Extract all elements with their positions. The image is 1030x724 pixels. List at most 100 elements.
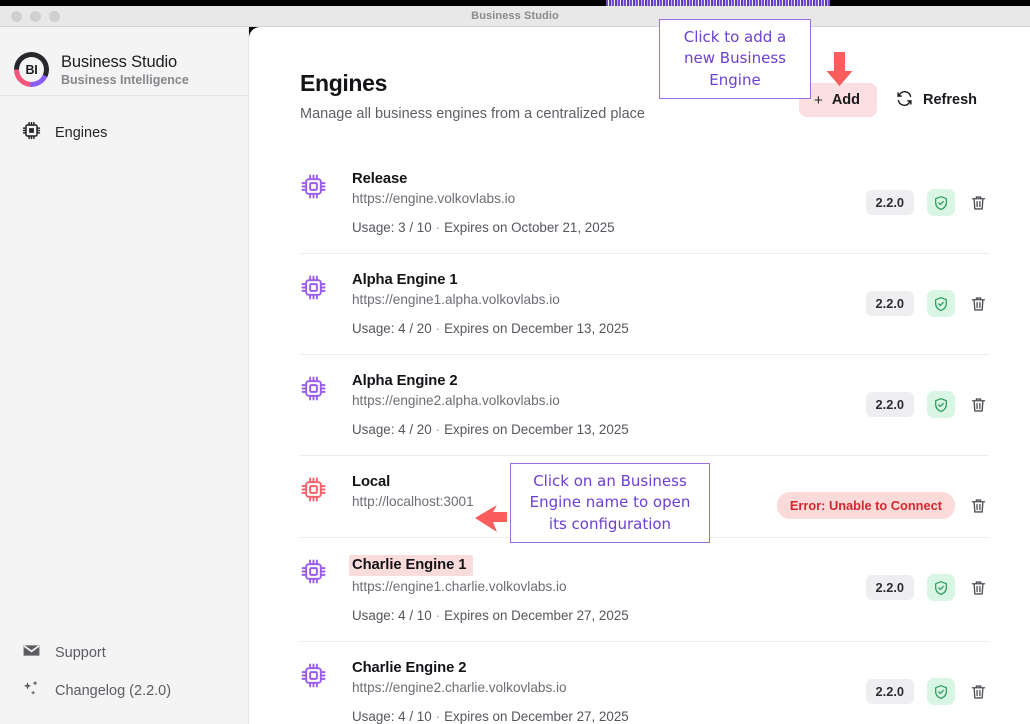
shield-check-icon[interactable] (927, 290, 955, 317)
engine-info: Charlie Engine 2 https://engine2.charlie.… (352, 659, 841, 724)
engine-row: Alpha Engine 1 https://engine1.alpha.volk… (300, 254, 989, 355)
engine-info: Alpha Engine 2 https://engine2.alpha.volk… (352, 372, 841, 437)
brand-subtitle: Business Intelligence (61, 72, 189, 87)
arrow-left-icon (473, 505, 507, 540)
callout-name-hint: Click on an Business Engine name to open… (510, 463, 710, 543)
engine-actions: 2.2.0 (865, 574, 989, 601)
shield-check-icon[interactable] (927, 574, 955, 601)
engine-url: https://engine2.charlie.volkovlabs.io (352, 680, 567, 695)
sidebar-item-label: Changelog (2.2.0) (55, 683, 172, 699)
sidebar-item-engines[interactable]: Engines (0, 116, 248, 150)
window-title: Business Studio (471, 10, 559, 22)
engine-expiry: Expires on December 27, 2025 (444, 709, 629, 724)
engine-name[interactable]: Charlie Engine 1 (349, 555, 474, 576)
engine-meta: Usage: 4 / 10 · Expires on December 27, 20… (352, 709, 841, 724)
engine-name[interactable]: Alpha Engine 1 (352, 272, 458, 288)
engine-name[interactable]: Alpha Engine 2 (352, 373, 458, 389)
engine-url: https://engine2.alpha.volkovlabs.io (352, 393, 560, 408)
shield-check-icon[interactable] (927, 391, 955, 418)
engine-expiry: Expires on December 27, 2025 (444, 608, 629, 623)
callout-add-hint: Click to add a new Business Engine (659, 19, 811, 99)
engine-meta: Usage: 4 / 20 · Expires on December 13, 20… (352, 422, 841, 437)
engine-row: Alpha Engine 2 https://engine2.alpha.volk… (300, 355, 989, 456)
engine-row: Charlie Engine 2 https://engine2.charlie.… (300, 642, 989, 724)
engine-name[interactable]: Charlie Engine 2 (352, 660, 466, 676)
engine-actions: 2.2.0 (865, 189, 989, 216)
plus-icon: + (814, 91, 823, 109)
engine-actions: 2.2.0 (865, 678, 989, 705)
status-badge-error: Error: Unable to Connect (776, 492, 955, 519)
engine-meta: Usage: 4 / 10 · Expires on December 27, 20… (352, 608, 841, 623)
logo-text: BI (25, 62, 38, 77)
cpu-chip-icon (300, 476, 327, 508)
trash-icon[interactable] (968, 394, 989, 416)
sidebar-nav: Engines (0, 96, 248, 150)
engine-expiry: Expires on December 13, 2025 (444, 321, 629, 336)
mail-icon (22, 641, 41, 665)
trash-icon[interactable] (968, 681, 989, 703)
meta-separator: · (435, 422, 441, 437)
page-header: Engines Manage all business engines from… (249, 27, 1030, 122)
meta-separator: · (435, 608, 441, 623)
refresh-button-label: Refresh (923, 92, 977, 108)
engine-url: https://engine1.alpha.volkovlabs.io (352, 292, 560, 307)
refresh-button[interactable]: Refresh (884, 81, 989, 119)
brand-name: Business Studio (61, 52, 178, 71)
sidebar-item-changelog[interactable]: Changelog (2.2.0) (0, 672, 248, 710)
sidebar-footer: Support Changelog (2.2.0) (0, 634, 248, 710)
engine-usage: Usage: 4 / 20 (352, 321, 432, 336)
sidebar-item-label: Support (55, 645, 106, 661)
meta-separator: · (435, 321, 441, 336)
engine-row: Release https://engine.volkovlabs.io Usage… (300, 153, 989, 254)
engine-url: https://engine.volkovlabs.io (352, 191, 516, 206)
engine-name[interactable]: Local (352, 474, 390, 490)
page-title: Engines (300, 70, 388, 96)
engine-url: https://engine1.charlie.volkovlabs.io (352, 579, 567, 594)
engine-row: Charlie Engine 1 https://engine1.charlie.… (300, 538, 989, 642)
add-button-label: Add (831, 92, 860, 108)
engine-expiry: Expires on October 21, 2025 (444, 220, 615, 235)
trash-icon[interactable] (968, 577, 989, 599)
cpu-chip-icon (300, 274, 327, 306)
cpu-chip-icon (300, 173, 327, 205)
sidebar: BI Business Studio Business Intelligence… (0, 27, 249, 724)
engine-actions: 2.2.0 (865, 391, 989, 418)
version-badge: 2.2.0 (865, 392, 914, 417)
meta-separator: · (435, 220, 441, 235)
window-titlebar: Business Studio (0, 6, 1030, 27)
engine-info: Alpha Engine 1 https://engine1.alpha.volk… (352, 271, 841, 336)
cpu-chip-icon (22, 121, 41, 145)
app-window: Business Studio BI Business Studio Busin… (0, 0, 1030, 724)
shield-check-icon[interactable] (927, 189, 955, 216)
version-badge: 2.2.0 (865, 291, 914, 316)
app-logo-icon: BI (14, 52, 49, 87)
cpu-chip-icon (300, 558, 327, 590)
sidebar-item-support[interactable]: Support (0, 634, 248, 672)
meta-separator: · (435, 709, 441, 724)
engine-usage: Usage: 3 / 10 (352, 220, 432, 235)
engine-info: Charlie Engine 1 https://engine1.charlie.… (349, 555, 841, 623)
engine-info: Release https://engine.volkovlabs.io Usage… (352, 170, 841, 235)
version-badge: 2.2.0 (865, 575, 914, 600)
engine-name[interactable]: Release (352, 171, 407, 187)
engine-expiry: Expires on December 13, 2025 (444, 422, 629, 437)
refresh-icon (896, 90, 913, 110)
sidebar-item-label: Engines (55, 125, 108, 141)
version-badge: 2.2.0 (865, 679, 914, 704)
cpu-chip-icon (300, 662, 327, 694)
engine-list: Release https://engine.volkovlabs.io Usage… (249, 122, 1030, 724)
engine-actions: 2.2.0 (865, 290, 989, 317)
shield-check-icon[interactable] (927, 678, 955, 705)
cpu-chip-icon (300, 375, 327, 407)
engine-usage: Usage: 4 / 10 (352, 709, 432, 724)
trash-icon[interactable] (968, 293, 989, 315)
trash-icon[interactable] (968, 495, 989, 517)
main-content: Engines Manage all business engines from… (249, 27, 1030, 724)
engine-actions: Error: Unable to Connect (776, 492, 989, 519)
sparkles-icon (22, 679, 41, 703)
engine-meta: Usage: 4 / 20 · Expires on December 13, 20… (352, 321, 841, 336)
version-badge: 2.2.0 (865, 190, 914, 215)
trash-icon[interactable] (968, 192, 989, 214)
engine-usage: Usage: 4 / 20 (352, 422, 432, 437)
arrow-down-icon (822, 52, 857, 93)
